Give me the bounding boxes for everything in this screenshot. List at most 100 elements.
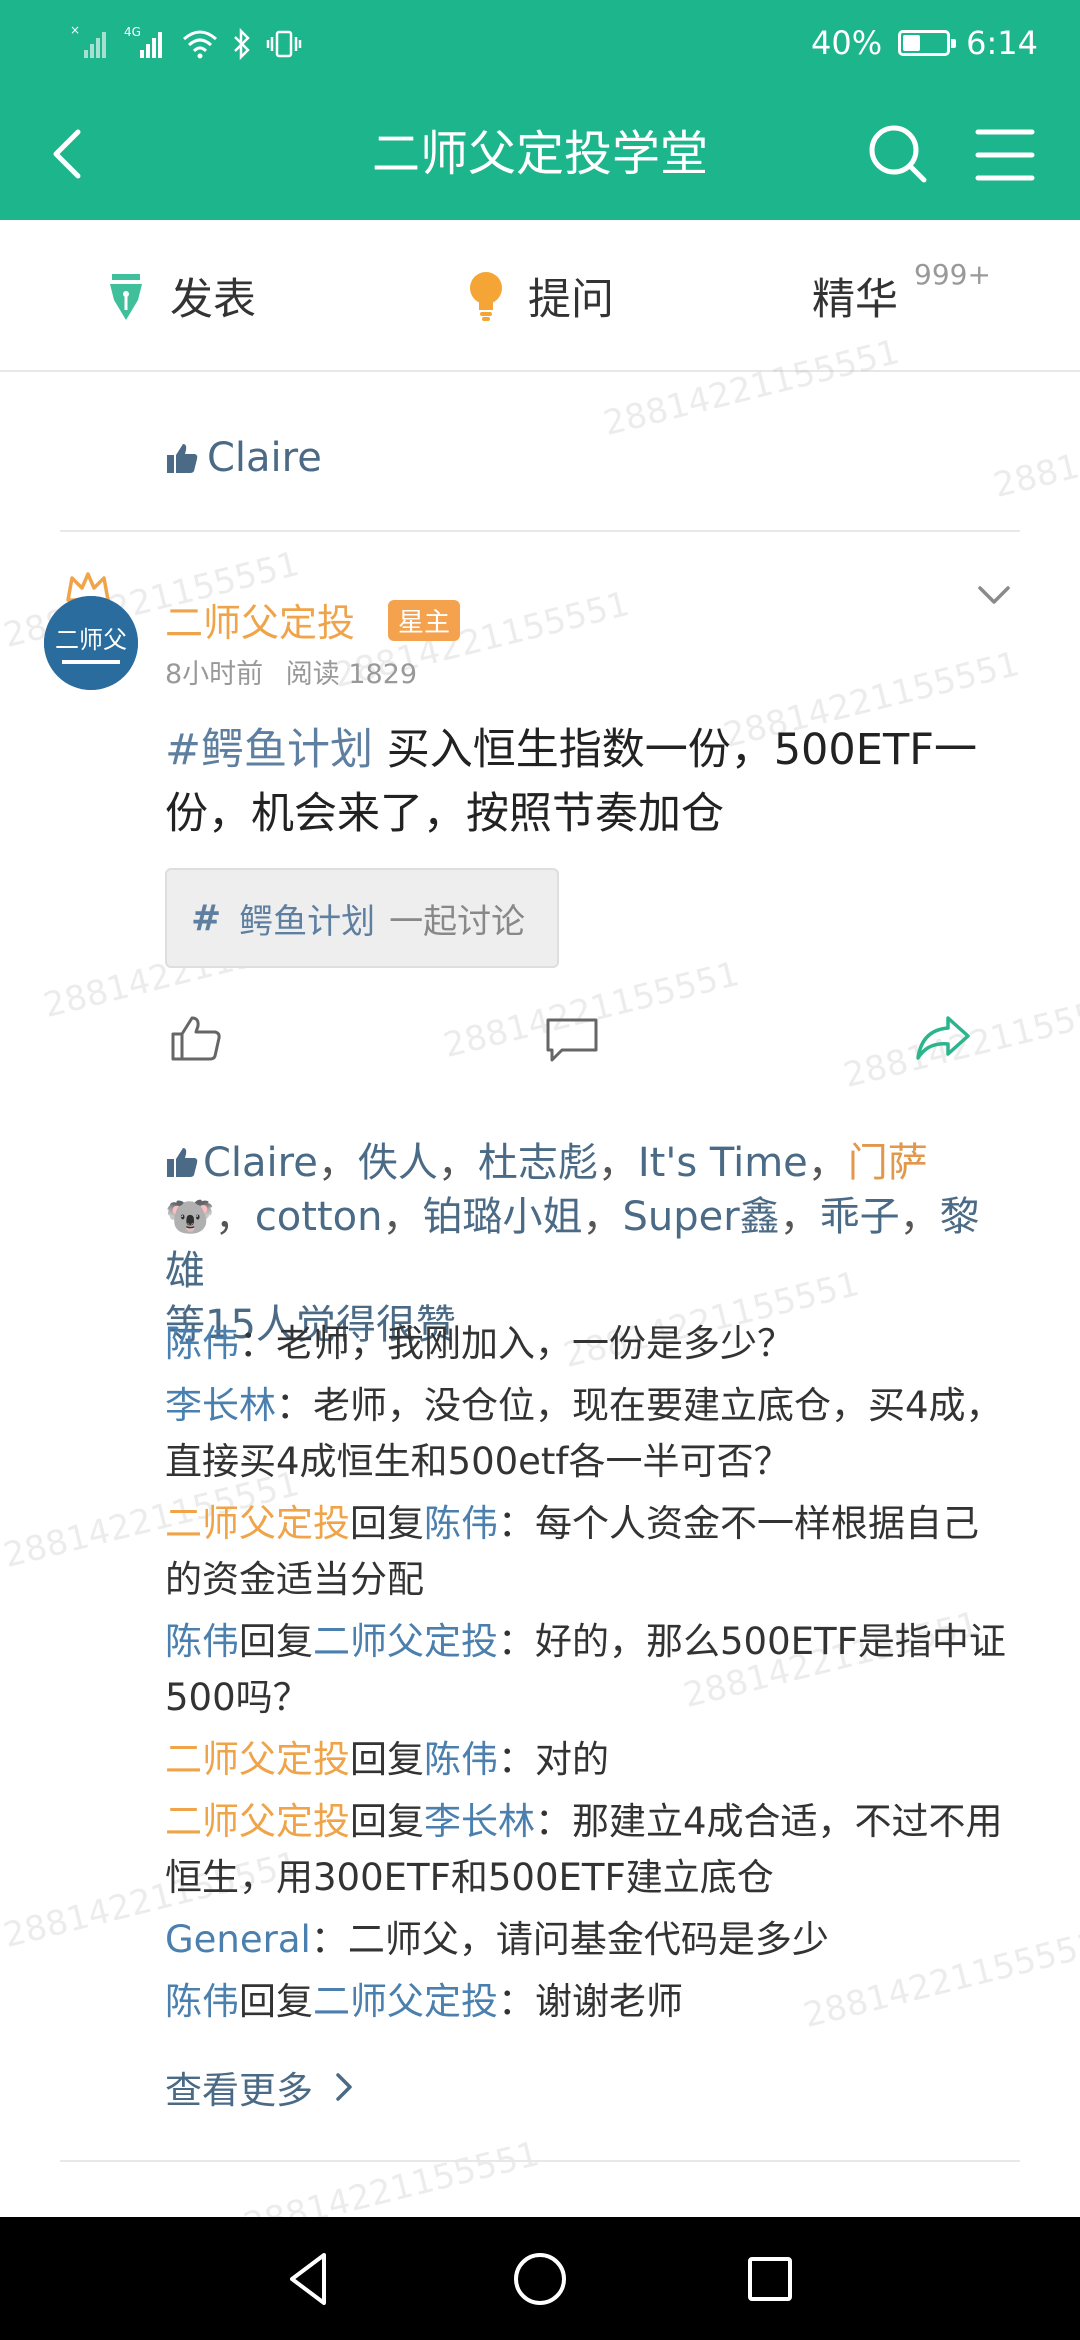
svg-text:4G: 4G xyxy=(124,25,141,39)
hash-icon: # xyxy=(191,897,222,939)
action-toolbar: 发表 提问 精华 xyxy=(0,220,1080,372)
liker-name[interactable]: Super鑫 xyxy=(622,1194,779,1240)
read-count: 1829 xyxy=(348,659,418,690)
comment-item[interactable]: 二师父定投回复李长林：那建立4成合适，不过不用恒生，用300ETF和500ETF… xyxy=(165,1794,1015,1906)
liker-name[interactable]: 杜志彪 xyxy=(478,1140,598,1186)
battery-fill xyxy=(903,35,920,51)
topic-chip[interactable]: # 鳄鱼计划 一起讨论 xyxy=(165,868,559,968)
ask-label: 提问 xyxy=(528,275,614,325)
vibrate-icon xyxy=(266,30,302,58)
clock: 6:14 xyxy=(966,24,1038,62)
search-icon[interactable] xyxy=(864,120,934,190)
comment-text: ：老师，我刚加入，一份是多少？ xyxy=(239,1322,794,1365)
reply-word: 回复 xyxy=(350,1502,424,1545)
post-divider xyxy=(60,2160,1020,2162)
liker-name[interactable]: 乖子 xyxy=(820,1194,900,1240)
previous-post-likes[interactable]: Claire xyxy=(165,428,322,488)
reply-word: 回复 xyxy=(239,1620,313,1663)
post-body: #鳄鱼计划 买入恒生指数一份，500ETF一份，机会来了，按照节奏加仓 xyxy=(165,718,1015,846)
pen-nib-icon xyxy=(110,274,142,320)
wifi-icon xyxy=(183,30,217,59)
status-icons: × 4G xyxy=(70,22,302,66)
reply-word: 回复 xyxy=(350,1800,424,1843)
post-button[interactable]: 发表 xyxy=(104,266,256,326)
chevron-down-icon[interactable] xyxy=(974,580,1014,610)
battery-icon xyxy=(898,30,957,56)
comment-item[interactable]: 陈伟：老师，我刚加入，一份是多少？ xyxy=(165,1316,1015,1372)
liker-name[interactable]: cotton xyxy=(255,1194,383,1240)
post-divider xyxy=(60,530,1020,532)
reply-target[interactable]: 李长林 xyxy=(424,1800,535,1843)
bluetooth-icon xyxy=(234,28,250,60)
comment-author[interactable]: 陈伟 xyxy=(165,1322,239,1365)
comment-author[interactable]: 陈伟 xyxy=(165,1620,239,1663)
thumbs-up-filled-icon xyxy=(167,444,198,473)
see-more-label: 查看更多 xyxy=(165,2069,313,2112)
comment-text: ：对的 xyxy=(498,1738,609,1781)
comment-author[interactable]: 二师父定投 xyxy=(165,1738,350,1781)
previous-post-like-name[interactable]: Claire xyxy=(207,435,322,481)
comment-item[interactable]: 陈伟回复二师父定投：好的，那么500ETF是指中证500吗？ xyxy=(165,1614,1015,1726)
liker-name[interactable]: It's Time xyxy=(638,1140,808,1186)
comment-author[interactable]: 二师父定投 xyxy=(165,1502,350,1545)
post-hashtag[interactable]: #鳄鱼计划 xyxy=(165,725,373,775)
see-more-link[interactable]: 查看更多 xyxy=(165,2060,359,2114)
system-nav-bar xyxy=(0,2217,1080,2340)
thumbs-up-icon[interactable] xyxy=(170,1014,222,1062)
reply-word: 回复 xyxy=(239,1980,313,2023)
status-bar: × 4G 40% 6:14 xyxy=(0,0,1080,88)
reply-target[interactable]: 二师父定投 xyxy=(313,1620,498,1663)
recents-square-icon[interactable] xyxy=(738,2247,802,2311)
comment-author[interactable]: General xyxy=(165,1918,311,1961)
back-triangle-icon[interactable] xyxy=(278,2247,342,2311)
post-time: 8小时前 xyxy=(165,659,264,690)
svg-text:二师父: 二师父 xyxy=(55,626,127,654)
author-avatar[interactable]: 二师父 xyxy=(44,596,138,690)
comment-item[interactable]: 李长林：老师，没仓位，现在要建立底仓，买4成，直接买4成恒生和500etf各一半… xyxy=(165,1378,1015,1490)
app-bar: 二师父定投学堂 xyxy=(0,88,1080,220)
liker-name[interactable]: 铂璐小姐 xyxy=(422,1194,582,1240)
featured-label: 精华 xyxy=(812,275,898,325)
home-circle-icon[interactable] xyxy=(508,2247,572,2311)
reply-word: 回复 xyxy=(350,1738,424,1781)
comment-text: ：二师父，请问基金代码是多少 xyxy=(310,1918,829,1961)
comment-item[interactable]: 二师父定投回复陈伟：每个人资金不一样根据自己的资金适当分配 xyxy=(165,1496,1015,1608)
comment-author[interactable]: 陈伟 xyxy=(165,1980,239,2023)
reply-target[interactable]: 二师父定投 xyxy=(313,1980,498,2023)
ask-button[interactable]: 提问 xyxy=(466,266,614,326)
liker-name[interactable]: Claire xyxy=(203,1140,318,1186)
thumbs-up-filled-icon xyxy=(167,1148,198,1177)
post-label: 发表 xyxy=(170,275,256,325)
author-name[interactable]: 二师父定投 xyxy=(165,592,355,647)
reply-target[interactable]: 陈伟 xyxy=(424,1502,498,1545)
menu-icon[interactable] xyxy=(970,122,1040,188)
post-meta: 8小时前 阅读 1829 xyxy=(165,652,417,691)
svg-text:×: × xyxy=(70,24,80,37)
read-label: 阅读 xyxy=(285,659,340,690)
sim-off-signal-icon: × xyxy=(70,24,106,58)
4g-signal-icon: 4G xyxy=(124,25,162,58)
liker-name[interactable]: 门萨 xyxy=(848,1140,928,1186)
liker-name[interactable]: 佚人 xyxy=(358,1140,438,1186)
battery-percent: 40% xyxy=(811,24,883,62)
featured-count-badge: 999+ xyxy=(914,258,991,291)
comment-author[interactable]: 李长林 xyxy=(165,1384,276,1427)
watermark: 28814221155551 xyxy=(989,393,1080,507)
comment-author[interactable]: 二师父定投 xyxy=(165,1800,350,1843)
comment-item[interactable]: General：二师父，请问基金代码是多少 xyxy=(165,1912,1015,1968)
owner-badge: 星主 xyxy=(388,600,461,641)
comment-item[interactable]: 陈伟回复二师父定投：谢谢老师 xyxy=(165,1974,1015,2030)
topic-discuss-label: 一起讨论 xyxy=(389,901,526,942)
avatar-image: 二师父 xyxy=(44,596,138,690)
featured-button[interactable]: 精华 xyxy=(812,266,898,326)
status-right: 40% 6:14 xyxy=(811,18,1038,68)
reply-target[interactable]: 陈伟 xyxy=(424,1738,498,1781)
topic-name: 鳄鱼计划 xyxy=(239,901,376,942)
koala-emoji: 🐨 xyxy=(165,1194,215,1240)
lightbulb-icon xyxy=(470,272,502,321)
share-icon[interactable] xyxy=(914,1014,972,1062)
comment-item[interactable]: 二师父定投回复陈伟：对的 xyxy=(165,1732,1015,1788)
comment-icon[interactable] xyxy=(544,1016,600,1064)
comments-list: 陈伟：老师，我刚加入，一份是多少？ 李长林：老师，没仓位，现在要建立底仓，买4成… xyxy=(165,1316,1015,2036)
comment-text: ：老师，没仓位，现在要建立底仓，买4成，直接买4成恒生和500etf各一半可否？ xyxy=(165,1384,1003,1483)
